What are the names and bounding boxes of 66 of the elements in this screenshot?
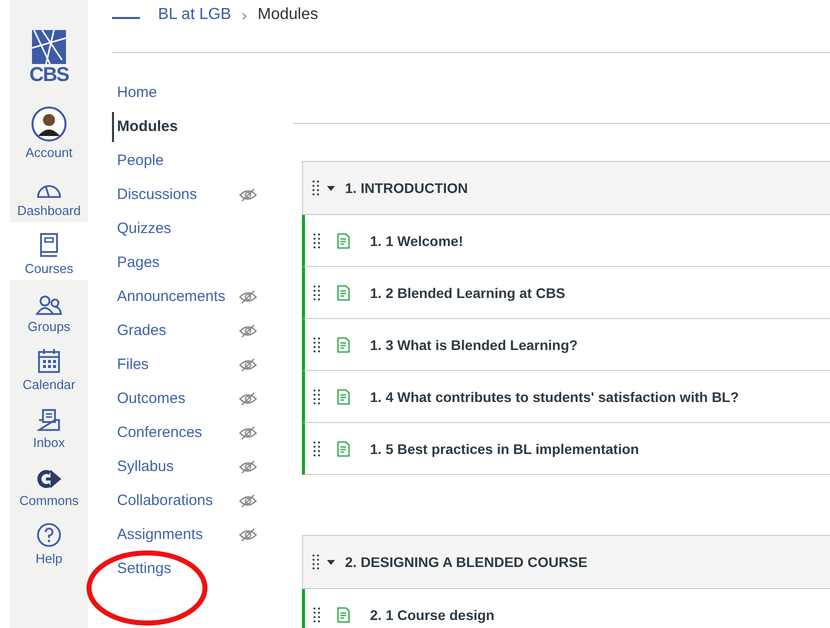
drag-handle-icon[interactable] — [313, 232, 321, 248]
module-header[interactable]: 1. INTRODUCTION — [303, 161, 830, 215]
breadcrumb-link[interactable]: BL at LGB — [158, 6, 232, 24]
document-icon — [337, 606, 350, 622]
caret-down-icon[interactable] — [327, 558, 335, 566]
document-icon — [337, 284, 350, 300]
drag-handle-icon[interactable] — [312, 180, 320, 196]
module-item-title[interactable]: 1. 4 What contributes to students' satisfaction with BL? — [370, 388, 739, 404]
module-item[interactable]: 1. 3 What is Blended Learning? — [302, 319, 830, 371]
course-nav-link[interactable]: Modules — [112, 112, 178, 142]
breadcrumb-separator: › — [241, 6, 248, 25]
drag-handle-icon[interactable] — [313, 284, 321, 300]
course-nav-link[interactable]: Grades — [112, 314, 166, 348]
drag-handle-icon[interactable] — [313, 388, 321, 404]
logo-icon — [32, 30, 66, 64]
calendar-icon — [37, 348, 61, 374]
module-item[interactable]: 2. 1 Course design — [302, 589, 830, 628]
course-nav-link[interactable]: Syllabus — [112, 450, 174, 484]
module-header[interactable]: 2. DESIGNING A BLENDED COURSE — [303, 535, 830, 589]
module-item[interactable]: 1. 2 Blended Learning at CBS — [302, 267, 830, 319]
book-icon — [38, 232, 60, 258]
help-icon — [36, 522, 62, 548]
course-nav-link[interactable]: Assignments — [112, 518, 203, 552]
course-nav-link[interactable]: Pages — [112, 246, 160, 280]
document-icon — [337, 336, 350, 352]
course-nav-link[interactable]: Conferences — [112, 416, 202, 450]
document-icon — [337, 388, 350, 404]
module-item-title[interactable]: 1. 5 Best practices in BL implementation — [370, 440, 639, 456]
course-nav-link[interactable]: Outcomes — [112, 382, 186, 416]
course-nav-link[interactable]: Home — [112, 76, 158, 110]
module-title: 2. DESIGNING A BLENDED COURSE — [345, 554, 588, 570]
course-nav-link[interactable]: Collaborations — [112, 484, 213, 518]
inbox-icon — [37, 408, 61, 432]
people-icon — [35, 294, 63, 316]
drag-handle-icon[interactable] — [312, 554, 320, 570]
document-icon — [337, 232, 350, 248]
course-nav-link[interactable]: Discussions — [112, 178, 198, 212]
global-nav-item[interactable]: Commons — [10, 454, 88, 512]
drag-handle-icon[interactable] — [313, 336, 321, 352]
module-title: 1. INTRODUCTION — [345, 180, 468, 196]
arrow-out-icon — [36, 468, 62, 490]
logo-text: CBS — [29, 64, 69, 86]
course-nav-link[interactable]: People — [112, 144, 164, 178]
module-item[interactable]: 1. 1 Welcome! — [302, 215, 830, 267]
global-nav-item[interactable]: Account — [10, 106, 88, 164]
module-item-title[interactable]: 1. 1 Welcome! — [370, 232, 464, 248]
global-nav-item[interactable]: Inbox — [10, 396, 88, 454]
breadcrumb-current: Modules — [258, 6, 318, 24]
drag-handle-icon[interactable] — [313, 606, 321, 622]
caret-down-icon[interactable] — [327, 184, 335, 192]
course-nav-link[interactable]: Quizzes — [112, 212, 172, 246]
module-item[interactable]: 1. 5 Best practices in BL implementation — [302, 423, 830, 475]
module-item-title[interactable]: 2. 1 Course design — [370, 606, 494, 622]
module-item-title[interactable]: 1. 3 What is Blended Learning? — [370, 336, 578, 352]
global-nav-item[interactable]: Calendar — [10, 338, 88, 396]
course-nav-link[interactable]: Announcements — [112, 280, 226, 314]
module-item[interactable]: 1. 4 What contributes to students' satisfaction with BL? — [302, 371, 830, 423]
document-icon — [337, 440, 350, 456]
global-nav-item[interactable]: Dashboard — [10, 164, 88, 222]
global-nav-item[interactable]: Help — [10, 512, 88, 570]
drag-handle-icon[interactable] — [313, 440, 321, 456]
global-nav-item[interactable]: Courses — [10, 222, 88, 280]
course-nav-link[interactable]: Files — [112, 348, 149, 382]
avatar-icon — [31, 106, 67, 142]
module-item-title[interactable]: 1. 2 Blended Learning at CBS — [370, 284, 566, 300]
global-nav-item[interactable]: Groups — [10, 280, 88, 338]
